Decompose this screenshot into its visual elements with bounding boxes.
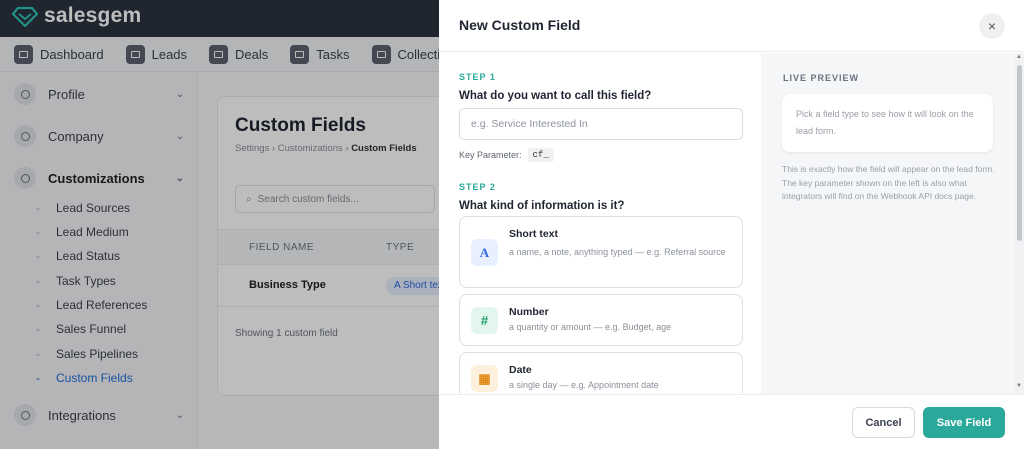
text-type-icon: A — [471, 239, 498, 266]
type-option-short-text[interactable]: A Short text a name, a note, anything ty… — [459, 216, 743, 288]
scroll-down-arrow[interactable]: ▼ — [1016, 383, 1022, 389]
option-description: a quantity or amount — e.g. Budget, age — [509, 322, 672, 332]
step-2-label: STEP 2 — [459, 182, 496, 192]
step-2-question: What kind of information is it? — [459, 200, 625, 212]
step-1-label: STEP 1 — [459, 72, 496, 82]
new-custom-field-panel: New Custom Field × STEP 1 What do you wa… — [439, 0, 1024, 449]
key-parameter-value: cf_ — [527, 148, 554, 162]
scrollbar-thumb[interactable] — [1017, 65, 1022, 241]
step-1-question: What do you want to call this field? — [459, 90, 652, 102]
key-parameter: Key Parameter: cf_ — [459, 148, 554, 162]
modal-backdrop[interactable] — [0, 0, 439, 449]
panel-header: New Custom Field × — [439, 0, 1024, 52]
option-name: Short text — [509, 228, 559, 240]
field-name-input[interactable] — [459, 108, 743, 140]
cancel-button[interactable]: Cancel — [852, 407, 915, 438]
option-description: a single day — e.g. Appointment date — [509, 380, 659, 390]
close-button[interactable]: × — [979, 13, 1005, 39]
scroll-up-arrow[interactable]: ▲ — [1016, 54, 1022, 60]
type-option-date[interactable]: ▦ Date a single day — e.g. Appointment d… — [459, 352, 743, 393]
hash-icon: # — [471, 307, 498, 334]
calendar-icon: ▦ — [471, 365, 498, 392]
panel-title: New Custom Field — [459, 17, 581, 33]
live-preview-column: LIVE PREVIEW Pick a field type to see ho… — [761, 53, 1015, 394]
type-option-number[interactable]: # Number a quantity or amount — e.g. Bud… — [459, 294, 743, 346]
key-parameter-label: Key Parameter: — [459, 150, 522, 160]
live-preview-note: This is exactly how the field will appea… — [782, 164, 995, 201]
live-preview-card: Pick a field type to see how it will loo… — [782, 94, 993, 152]
save-field-button[interactable]: Save Field — [923, 407, 1005, 438]
option-description: a name, a note, anything typed — e.g. Re… — [509, 247, 726, 257]
option-name: Number — [509, 306, 549, 318]
live-preview-label: LIVE PREVIEW — [783, 73, 860, 83]
close-icon: × — [987, 18, 997, 34]
scrollbar[interactable]: ▲ ▼ — [1015, 53, 1024, 394]
option-name: Date — [509, 364, 532, 376]
panel-footer: Cancel Save Field — [439, 394, 1024, 449]
